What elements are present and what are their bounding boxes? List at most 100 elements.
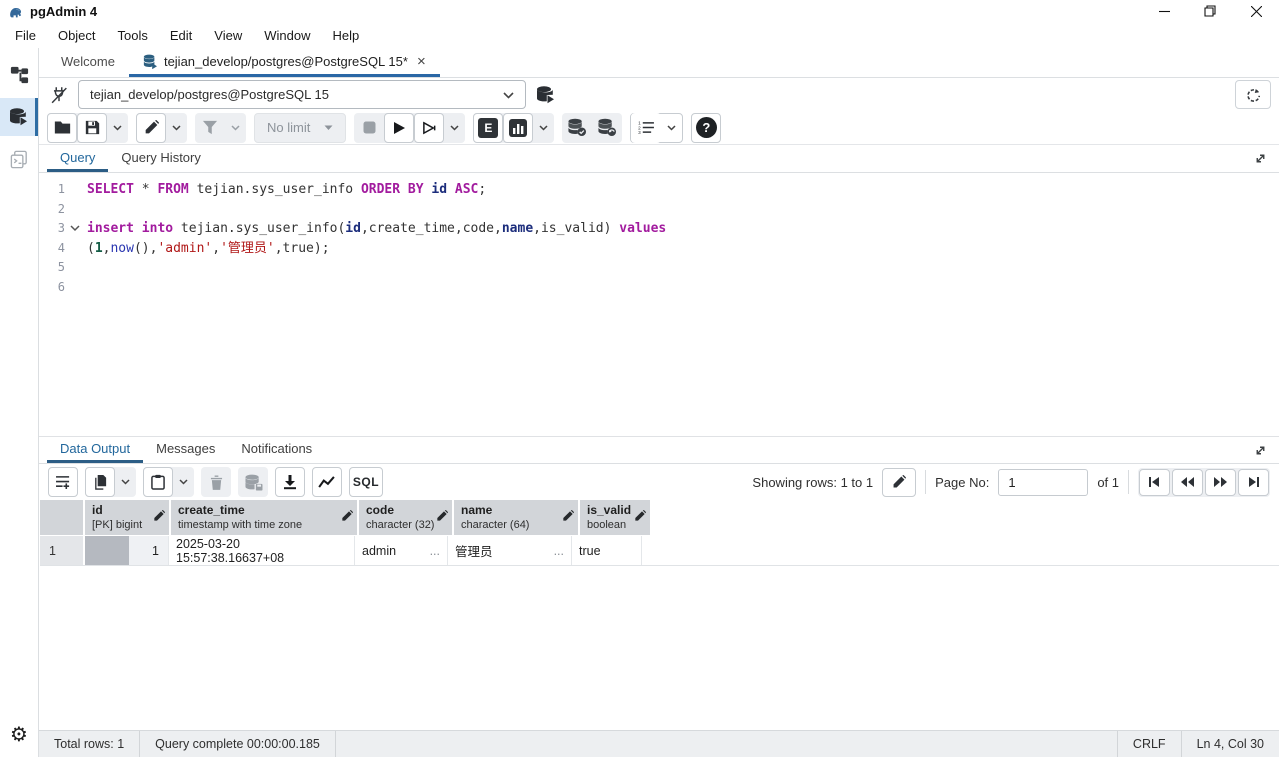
tab-messages[interactable]: Messages	[143, 437, 228, 463]
restore-button[interactable]	[1187, 0, 1233, 22]
column-header-code[interactable]: code character (32)	[359, 500, 452, 535]
sidebar-item-query-tool[interactable]	[0, 98, 38, 136]
help-icon: ?	[695, 117, 717, 138]
explain-options-button[interactable]	[533, 113, 554, 143]
next-page-button[interactable]	[1205, 468, 1236, 496]
stop-button[interactable]	[354, 113, 384, 143]
menu-tools[interactable]: Tools	[107, 28, 159, 43]
sidebar-item-object-explorer[interactable]	[0, 56, 38, 94]
execute-button[interactable]	[384, 112, 415, 143]
menu-window[interactable]: Window	[253, 28, 321, 43]
cell-is_valid[interactable]: true	[572, 536, 642, 565]
graph-visualiser-button[interactable]	[312, 467, 342, 497]
fold-toggle[interactable]	[65, 219, 85, 239]
row-limit-select[interactable]: No limit	[254, 112, 347, 143]
connection-toggle-button[interactable]	[45, 81, 73, 109]
minimize-button[interactable]	[1141, 0, 1187, 22]
cell-id[interactable]: 1	[85, 536, 169, 565]
minimize-icon	[1158, 10, 1170, 12]
chevron-down-icon	[503, 87, 514, 102]
code-line: (1,now(),'admin','管理员',true);	[87, 240, 330, 256]
sidebar-item-psql-tool[interactable]	[0, 140, 38, 178]
tab-notifications[interactable]: Notifications	[228, 437, 325, 463]
column-header-id[interactable]: id [PK] bigint	[85, 500, 169, 535]
tab-welcome[interactable]: Welcome	[47, 48, 129, 77]
execute-options-button[interactable]	[414, 112, 445, 143]
connection-select[interactable]: tejian_develop/postgres@PostgreSQL 15	[78, 80, 526, 109]
pencil-icon	[154, 509, 165, 521]
edit-options-button[interactable]	[166, 113, 187, 143]
help-button[interactable]: ?	[691, 112, 722, 143]
menu-help[interactable]: Help	[322, 28, 371, 43]
tab-query-history[interactable]: Query History	[108, 145, 213, 172]
edit-button[interactable]	[136, 112, 166, 143]
menu-view[interactable]: View	[203, 28, 253, 43]
fold-chevron-icon	[70, 225, 80, 232]
output-expand-button[interactable]	[1254, 437, 1267, 463]
download-button[interactable]	[275, 467, 305, 497]
tab-query[interactable]: Query	[47, 145, 109, 172]
save-data-button[interactable]	[238, 467, 268, 497]
commit-icon	[568, 118, 587, 137]
editor-line: 5	[39, 258, 1279, 278]
column-header-name[interactable]: name character (64)	[454, 500, 578, 535]
copy-button[interactable]	[85, 467, 115, 497]
database-icon	[143, 54, 157, 69]
page-no-input[interactable]	[998, 468, 1089, 496]
menu-file[interactable]: File	[4, 28, 47, 43]
eol-status[interactable]: CRLF	[1116, 731, 1181, 757]
filter-options-button[interactable]	[225, 113, 246, 143]
line-number: 1	[57, 182, 65, 196]
cell-create_time[interactable]: 2025-03-20 15:57:38.16637+08	[169, 536, 355, 565]
filter-button[interactable]	[195, 113, 225, 143]
add-row-button[interactable]	[48, 467, 78, 497]
paste-button[interactable]	[143, 467, 173, 497]
row-number-cell[interactable]: 1	[40, 536, 83, 565]
query-status: Query complete 00:00:00.185	[140, 731, 336, 757]
close-icon	[1250, 5, 1262, 17]
explain-button[interactable]: E	[473, 112, 504, 143]
view-sql-button[interactable]: SQL	[349, 467, 383, 497]
sql-editor[interactable]: 1 SELECT * FROM tejian.sys_user_info ORDE…	[39, 173, 1279, 436]
edit-range-button[interactable]	[882, 467, 917, 497]
line-number: 4	[57, 240, 65, 255]
preferences-button[interactable]: ⚙	[0, 715, 38, 753]
column-header-create_time[interactable]: create_time timestamp with time zone	[171, 500, 357, 535]
delete-row-button[interactable]	[201, 467, 231, 497]
editor-expand-button[interactable]	[1254, 145, 1267, 172]
new-connection-button[interactable]	[531, 81, 559, 109]
rollback-button[interactable]	[592, 113, 622, 143]
macros-button[interactable]: 123	[631, 112, 662, 143]
chevron-down-icon	[113, 124, 122, 131]
prev-page-button[interactable]	[1172, 468, 1203, 496]
plug-disconnected-icon	[51, 86, 67, 103]
menu-object[interactable]: Object	[47, 28, 107, 43]
query-tool-icon	[9, 108, 27, 126]
open-file-button[interactable]	[47, 112, 77, 143]
execute-dropdown-button[interactable]	[444, 113, 465, 143]
connection-status-button[interactable]	[1235, 80, 1271, 109]
copy-options-button[interactable]	[115, 467, 136, 497]
tab-query-tool[interactable]: tejian_develop/postgres@PostgreSQL 15* ×	[128, 48, 440, 77]
commit-button[interactable]	[562, 113, 592, 143]
first-page-button[interactable]	[1139, 468, 1170, 496]
download-icon	[284, 474, 296, 489]
column-header-is_valid[interactable]: is_valid boolean	[580, 500, 650, 535]
cell-code[interactable]: admin...	[355, 536, 448, 565]
grid-corner-cell[interactable]	[40, 500, 83, 535]
cell-name[interactable]: 管理员...	[448, 536, 572, 565]
cursor-position-status: Ln 4, Col 30	[1180, 731, 1279, 757]
paste-options-button[interactable]	[173, 467, 194, 497]
tab-data-output[interactable]: Data Output	[47, 437, 144, 463]
save-file-button[interactable]	[77, 112, 107, 143]
chevron-down-icon	[667, 124, 676, 131]
explain-analyze-button[interactable]	[503, 112, 534, 143]
chevron-down-icon	[231, 124, 240, 131]
menu-edit[interactable]: Edit	[159, 28, 203, 43]
save-options-button[interactable]	[107, 113, 128, 143]
macros-dropdown-button[interactable]	[661, 113, 682, 143]
pencil-icon	[893, 475, 907, 488]
close-button[interactable]	[1233, 0, 1279, 22]
tab-close-icon[interactable]: ×	[417, 53, 426, 70]
last-page-button[interactable]	[1238, 468, 1269, 496]
